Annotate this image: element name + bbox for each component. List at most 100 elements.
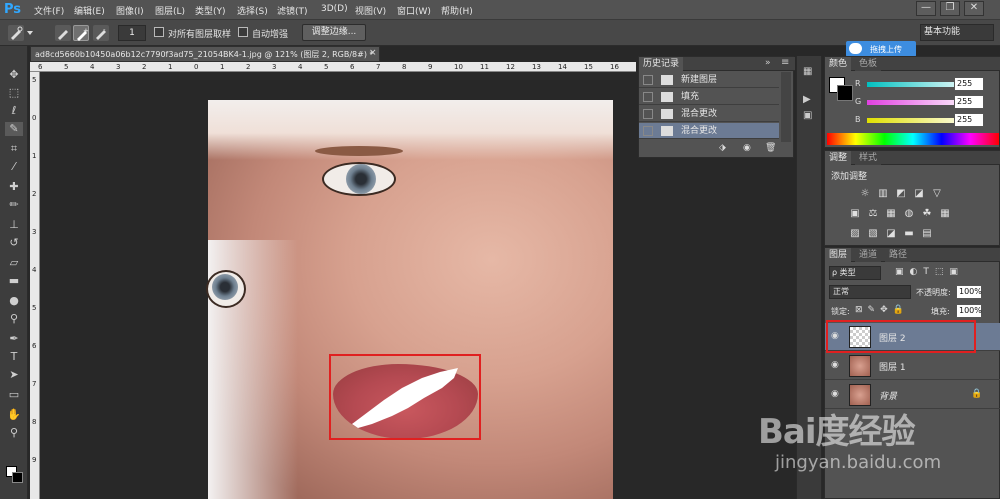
menu-edit[interactable]: 编辑(E): [74, 4, 105, 17]
blue-value-field[interactable]: 255: [954, 113, 984, 127]
workspace-select[interactable]: 基本功能: [920, 24, 994, 41]
menu-select[interactable]: 选择(S): [237, 4, 268, 17]
tab-paths[interactable]: 路径: [885, 248, 912, 262]
snapshot-icon[interactable]: ◉: [743, 143, 751, 153]
green-value-field[interactable]: 255: [954, 95, 984, 109]
curves-icon[interactable]: ◩: [895, 188, 907, 199]
tab-styles[interactable]: 样式: [855, 151, 882, 165]
type-tool-icon[interactable]: T: [5, 350, 23, 364]
subtract-selection-brush-icon[interactable]: -: [93, 25, 109, 41]
tab-adjustments[interactable]: 调整: [825, 151, 852, 165]
maximize-button[interactable]: ❐: [940, 1, 960, 16]
clone-stamp-tool-icon[interactable]: ⊥: [5, 218, 23, 232]
brightness-icon[interactable]: ☼: [859, 188, 871, 199]
history-brush-tool-icon[interactable]: ↺: [5, 236, 23, 250]
rectangle-tool-icon[interactable]: ▭: [5, 388, 23, 402]
visibility-eye-icon[interactable]: ◉: [831, 389, 839, 399]
marquee-tool-icon[interactable]: ⬚: [5, 86, 23, 100]
hue-saturation-icon[interactable]: ▣: [849, 208, 861, 219]
history-tab[interactable]: 历史记录: [639, 57, 684, 71]
exposure-icon[interactable]: ◪: [913, 188, 925, 199]
layer-filter-icons[interactable]: ▣◐T⬚▣: [895, 267, 964, 277]
menu-3d[interactable]: 3D(D): [321, 4, 348, 14]
add-to-selection-brush-icon[interactable]: +: [73, 25, 89, 41]
pen-tool-icon[interactable]: ✒: [5, 332, 23, 346]
menu-window[interactable]: 窗口(W): [397, 4, 431, 17]
minimize-button[interactable]: —: [916, 1, 936, 16]
background-color-swatch[interactable]: [12, 472, 23, 483]
zoom-tool-icon[interactable]: ⚲: [5, 426, 23, 440]
layer-name: 背景: [879, 392, 898, 402]
new-selection-brush-icon[interactable]: [55, 25, 71, 41]
crop-tool-icon[interactable]: ⌗: [5, 142, 23, 156]
healing-brush-tool-icon[interactable]: ✚: [5, 180, 23, 194]
history-item[interactable]: 填充: [639, 89, 779, 105]
menu-image[interactable]: 图像(I): [116, 4, 144, 17]
ruler-mark: 2: [246, 63, 251, 71]
blend-mode-select[interactable]: 正常: [829, 285, 911, 299]
threshold-icon[interactable]: ◪: [885, 228, 897, 239]
document-tab[interactable]: ad8cd5660b10450a06b12c7790f3ad75_21054BK…: [30, 46, 380, 62]
history-item[interactable]: 新建图层: [639, 72, 779, 88]
actions-icon[interactable]: ▶: [803, 94, 815, 106]
channel-mixer-icon[interactable]: ☘: [921, 208, 933, 219]
hand-tool-icon[interactable]: ✋: [5, 408, 23, 422]
menu-filter[interactable]: 滤镜(T): [277, 4, 308, 17]
move-tool-icon[interactable]: ✥: [5, 68, 23, 82]
menu-view[interactable]: 视图(V): [355, 4, 386, 17]
gradient-map-icon[interactable]: ▤: [921, 228, 933, 239]
lock-icons[interactable]: ⊠✎✥🔒: [855, 305, 909, 315]
quick-selection-tool-icon[interactable]: [8, 25, 24, 41]
gradient-tool-icon[interactable]: ▬: [5, 274, 23, 288]
visibility-eye-icon[interactable]: ◉: [831, 360, 839, 370]
layer-filter-select[interactable]: ρ 类型: [829, 266, 881, 280]
eyedropper-tool-icon[interactable]: ⁄: [5, 160, 23, 174]
history-item-selected[interactable]: 混合更改: [639, 123, 779, 139]
auto-enhance-checkbox[interactable]: [238, 27, 248, 37]
menu-type[interactable]: 类型(Y): [195, 4, 226, 17]
tab-swatches[interactable]: 色板: [855, 57, 882, 71]
tab-channels[interactable]: 通道: [855, 248, 882, 262]
quick-selection-tool-icon[interactable]: ✎: [5, 122, 23, 136]
sample-all-layers-checkbox[interactable]: [154, 27, 164, 37]
layer-row[interactable]: ◉ 图层 1: [825, 352, 1000, 380]
menu-file[interactable]: 文件(F): [34, 4, 64, 17]
lasso-tool-icon[interactable]: ℓ: [5, 104, 23, 118]
path-selection-tool-icon[interactable]: ➤: [5, 368, 23, 382]
navigator-icon[interactable]: ▦: [803, 66, 815, 78]
refine-edge-button[interactable]: 调整边缘...: [302, 24, 366, 41]
upload-button[interactable]: 拖拽上传: [846, 41, 916, 57]
vibrance-icon[interactable]: ▽: [931, 188, 943, 199]
menu-help[interactable]: 帮助(H): [441, 4, 473, 17]
history-scrollbar[interactable]: [781, 72, 791, 142]
blur-tool-icon[interactable]: ●: [5, 294, 23, 308]
dodge-tool-icon[interactable]: ⚲: [5, 312, 23, 326]
panel-menu-icon[interactable]: ≡: [781, 57, 789, 68]
menu-layer[interactable]: 图层(L): [155, 4, 185, 17]
color-balance-icon[interactable]: ⚖: [867, 208, 879, 219]
brush-size-picker[interactable]: 1: [118, 25, 146, 41]
red-value-field[interactable]: 255: [954, 77, 984, 91]
delete-state-icon[interactable]: 🗑: [765, 143, 776, 153]
close-button[interactable]: ✕: [964, 1, 984, 16]
brush-tool-icon[interactable]: ✏: [5, 198, 23, 212]
collapse-icon[interactable]: »: [765, 58, 771, 68]
levels-icon[interactable]: ▥: [877, 188, 889, 199]
fill-field[interactable]: 100%: [956, 304, 982, 318]
tab-layers[interactable]: 图层: [825, 248, 852, 262]
invert-icon[interactable]: ▨: [849, 228, 861, 239]
tab-color[interactable]: 颜色: [825, 57, 852, 71]
color-lookup-icon[interactable]: ▦: [939, 208, 951, 219]
tool-preset-chevron-icon[interactable]: [27, 31, 33, 35]
history-item[interactable]: 混合更改: [639, 106, 779, 122]
opacity-field[interactable]: 100%: [956, 285, 982, 299]
black-white-icon[interactable]: ▦: [885, 208, 897, 219]
photo-filter-icon[interactable]: ◍: [903, 208, 915, 219]
selective-color-icon[interactable]: ▬: [903, 228, 915, 239]
close-document-icon[interactable]: ×: [369, 48, 377, 58]
color-spectrum-bar[interactable]: [827, 133, 999, 145]
properties-icon[interactable]: ▣: [803, 110, 815, 122]
eraser-tool-icon[interactable]: ▱: [5, 256, 23, 270]
new-document-from-state-icon[interactable]: ⬗: [719, 143, 726, 153]
posterize-icon[interactable]: ▧: [867, 228, 879, 239]
